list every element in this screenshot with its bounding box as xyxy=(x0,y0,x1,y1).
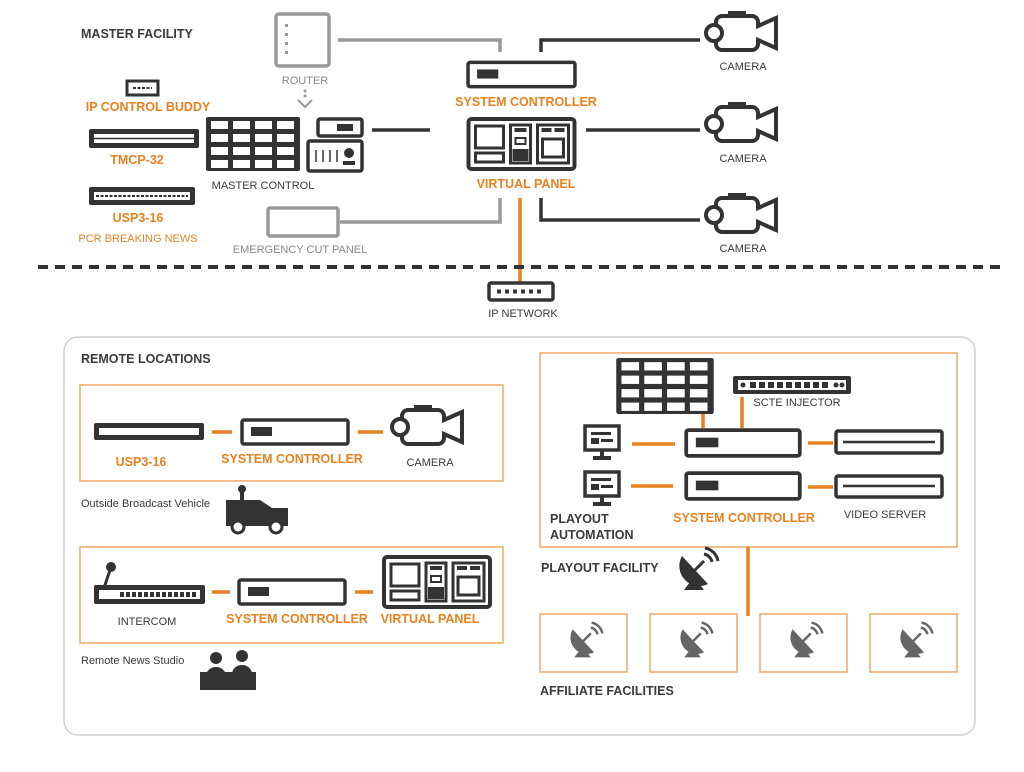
router-link xyxy=(338,38,502,52)
system-controller-label: SYSTEM CONTROLLER xyxy=(455,95,597,109)
affiliate-facilities xyxy=(539,613,958,673)
ip-network-switch-icon xyxy=(487,281,555,302)
system-controller-icon xyxy=(240,418,350,446)
ob-camera-label: CAMERA xyxy=(406,457,454,469)
playout-automation-label-2: AUTOMATION xyxy=(550,528,634,542)
camera-icon xyxy=(390,404,464,446)
affiliate-facilities-title: AFFILIATE FACILITIES xyxy=(540,684,674,698)
playout-automation-label: PLAYOUT xyxy=(550,512,609,526)
camera-icon xyxy=(704,101,778,143)
broadcast-network-diagram: MASTER FACILITY ROUTER IP CONTROL BUDDY … xyxy=(38,10,1006,736)
camera-link-3 xyxy=(539,198,700,222)
ob-vehicle-caption: Outside Broadcast Vehicle xyxy=(81,498,210,510)
ip-control-buddy-label: IP CONTROL BUDDY xyxy=(86,100,211,114)
video-server-label: VIDEO SERVER xyxy=(844,509,926,521)
master-control-grid-icon xyxy=(206,117,300,171)
satellite-dish-icon xyxy=(679,621,714,659)
pcr-breaking-news-label: PCR BREAKING NEWS xyxy=(78,233,197,245)
master-control-panel-icon xyxy=(306,117,364,173)
camera-icon xyxy=(704,192,778,234)
virtual-panel-icon xyxy=(382,555,492,609)
monitor-icon xyxy=(583,470,621,508)
van-icon xyxy=(226,485,288,535)
satellite-dish-icon xyxy=(899,621,934,659)
virtual-panel-icon xyxy=(469,119,575,169)
video-server-icon xyxy=(834,429,944,455)
usp3-16-icon xyxy=(94,423,204,440)
arrow-down-icon xyxy=(297,89,313,109)
monitor-icon xyxy=(583,424,621,462)
emergency-cut-panel-label: EMERGENCY CUT PANEL xyxy=(233,244,367,256)
ip-network-label: IP NETWORK xyxy=(488,308,558,320)
intercom-label: INTERCOM xyxy=(118,616,177,628)
master-control-label: MASTER CONTROL xyxy=(212,180,315,192)
system-controller-icon xyxy=(684,428,802,458)
emergency-cut-panel-icon xyxy=(266,206,340,238)
camera-label: CAMERA xyxy=(719,153,767,165)
scte-injector-label: SCTE INJECTOR xyxy=(753,397,840,409)
studio-virtual-panel-label: VIRTUAL PANEL xyxy=(381,612,480,626)
camera-label: CAMERA xyxy=(719,61,767,73)
satellite-dish-icon xyxy=(789,621,824,659)
usp3-16-icon xyxy=(89,187,195,205)
playout-facility-title: PLAYOUT FACILITY xyxy=(541,561,659,575)
tmcp-32-icon xyxy=(89,129,199,148)
scte-injector-icon xyxy=(733,376,851,394)
router-label: ROUTER xyxy=(282,75,329,87)
ob-usp3-16-label: USP3-16 xyxy=(116,455,167,469)
satellite-dish-icon xyxy=(677,546,720,592)
video-server-icon xyxy=(834,474,944,499)
system-controller-icon xyxy=(237,578,347,606)
system-controller-icon xyxy=(684,471,802,501)
master-facility-title: MASTER FACILITY xyxy=(81,27,193,41)
camera-label: CAMERA xyxy=(719,243,767,255)
ob-system-controller-label: SYSTEM CONTROLLER xyxy=(221,452,363,466)
intercom-icon xyxy=(94,562,205,604)
studio-system-controller-label: SYSTEM CONTROLLER xyxy=(226,612,368,626)
tmcp-32-label: TMCP-32 xyxy=(110,153,164,167)
camera-icon xyxy=(704,10,778,52)
router-icon xyxy=(274,12,331,68)
usp3-16-label: USP3-16 xyxy=(113,211,164,225)
satellite-dish-icon xyxy=(569,621,604,659)
camera-link-1 xyxy=(539,38,700,52)
system-controller-icon xyxy=(466,60,577,89)
playout-system-controller-label: SYSTEM CONTROLLER xyxy=(673,511,815,525)
news-studio-caption: Remote News Studio xyxy=(81,655,184,667)
virtual-panel-label: VIRTUAL PANEL xyxy=(477,177,576,191)
emergency-link xyxy=(340,198,502,224)
ip-control-buddy-icon xyxy=(125,79,160,97)
news-anchors-icon xyxy=(200,650,256,690)
router-grid-icon xyxy=(616,358,714,414)
remote-locations-title: REMOTE LOCATIONS xyxy=(81,352,211,366)
